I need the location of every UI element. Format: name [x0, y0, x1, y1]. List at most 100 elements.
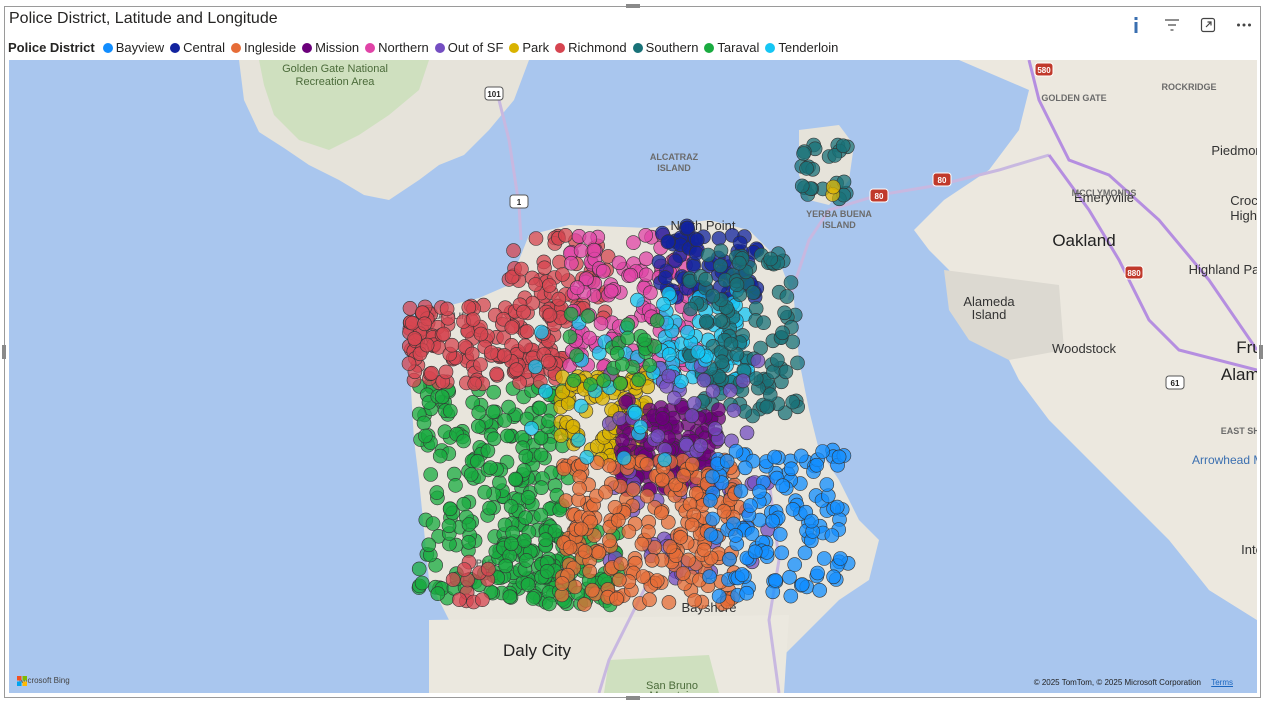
data-point-taraval[interactable]	[538, 532, 553, 548]
data-point-taraval[interactable]	[518, 449, 534, 464]
data-point-tenderloin[interactable]	[661, 347, 677, 362]
map-canvas[interactable]: Golden Gate National Recreation Area ALCAT…	[9, 60, 1257, 693]
data-point-southern[interactable]	[777, 305, 792, 321]
data-point-taraval[interactable]	[520, 490, 536, 505]
data-point-taraval[interactable]	[411, 561, 427, 577]
data-point-southern[interactable]	[759, 399, 775, 415]
data-point-central[interactable]	[732, 235, 748, 251]
data-point-richmond[interactable]	[473, 326, 489, 342]
data-point-richmond[interactable]	[439, 301, 455, 317]
data-point-bayview[interactable]	[728, 528, 743, 543]
data-point-taraval[interactable]	[430, 586, 446, 602]
data-point-park[interactable]	[565, 419, 581, 434]
data-point-mission[interactable]	[615, 433, 630, 449]
data-point-bayview[interactable]	[829, 499, 845, 515]
data-point-bayview[interactable]	[722, 551, 737, 567]
data-point-ingleside[interactable]	[681, 552, 696, 568]
data-point-ingleside[interactable]	[644, 552, 660, 568]
data-point-southern[interactable]	[778, 364, 794, 380]
data-point-bayview[interactable]	[794, 577, 810, 592]
data-point-bayview[interactable]	[826, 569, 841, 585]
data-point-taraval[interactable]	[637, 332, 652, 348]
data-point-tenderloin[interactable]	[571, 432, 586, 448]
data-point-ingleside[interactable]	[687, 593, 702, 608]
data-point-central[interactable]	[651, 254, 667, 270]
legend-item-mission[interactable]: Mission	[302, 40, 359, 55]
data-point-ingleside[interactable]	[696, 542, 712, 558]
data-point-ingleside[interactable]	[654, 472, 670, 488]
data-point-richmond[interactable]	[438, 364, 454, 380]
data-point-taraval[interactable]	[569, 348, 585, 363]
data-point-bayview[interactable]	[702, 493, 718, 508]
data-point-central[interactable]	[660, 234, 676, 250]
legend-item-park[interactable]: Park	[509, 40, 549, 55]
data-point-richmond[interactable]	[480, 561, 496, 577]
data-point-taraval[interactable]	[541, 596, 557, 612]
legend-item-northern[interactable]: Northern	[365, 40, 429, 55]
data-point-richmond[interactable]	[489, 366, 504, 382]
data-point-out-of-sf[interactable]	[693, 438, 709, 453]
data-point-richmond[interactable]	[542, 307, 558, 323]
legend-item-out-of-sf[interactable]: Out of SF	[434, 40, 503, 55]
data-point-out-of-sf[interactable]	[686, 396, 702, 411]
data-point-taraval[interactable]	[583, 377, 598, 392]
data-point-taraval[interactable]	[620, 330, 636, 346]
data-point-bayview[interactable]	[831, 449, 847, 465]
data-point-southern[interactable]	[794, 178, 810, 194]
data-point-richmond[interactable]	[473, 357, 488, 372]
data-point-bayview[interactable]	[783, 461, 799, 477]
data-point-bayview[interactable]	[703, 527, 719, 542]
data-point-richmond[interactable]	[402, 301, 418, 316]
data-point-ingleside[interactable]	[573, 521, 589, 537]
data-point-richmond[interactable]	[504, 320, 520, 335]
data-point-tenderloin[interactable]	[633, 419, 649, 435]
data-point-taraval[interactable]	[483, 460, 498, 476]
data-point-central[interactable]	[657, 270, 673, 285]
data-point-taraval[interactable]	[503, 536, 519, 552]
data-point-taraval[interactable]	[525, 591, 541, 606]
data-point-bayview[interactable]	[768, 573, 783, 588]
data-point-taraval[interactable]	[492, 475, 507, 490]
data-point-richmond[interactable]	[407, 331, 422, 346]
data-point-taraval[interactable]	[482, 500, 497, 516]
data-point-southern[interactable]	[770, 352, 785, 368]
data-point-tenderloin[interactable]	[534, 324, 549, 340]
data-point-bayview[interactable]	[809, 457, 825, 473]
data-point-tenderloin[interactable]	[627, 405, 643, 421]
data-point-richmond[interactable]	[404, 315, 420, 331]
data-point-ingleside[interactable]	[675, 566, 691, 581]
data-point-taraval[interactable]	[562, 329, 578, 345]
data-point-ingleside[interactable]	[661, 595, 677, 610]
data-point-taraval[interactable]	[423, 467, 439, 482]
data-point-taraval[interactable]	[501, 399, 516, 415]
data-point-out-of-sf[interactable]	[750, 353, 766, 369]
data-point-richmond[interactable]	[551, 291, 567, 307]
data-point-tenderloin[interactable]	[579, 449, 595, 465]
data-point-ingleside[interactable]	[676, 468, 692, 484]
data-point-ingleside[interactable]	[653, 505, 669, 521]
data-point-ingleside[interactable]	[649, 573, 665, 588]
data-point-taraval[interactable]	[503, 499, 519, 514]
data-point-northern[interactable]	[569, 280, 585, 295]
data-point-taraval[interactable]	[429, 485, 445, 500]
data-point-richmond[interactable]	[465, 312, 481, 327]
data-point-taraval[interactable]	[534, 480, 549, 496]
data-point-bayview[interactable]	[812, 582, 828, 598]
data-point-southern[interactable]	[723, 336, 739, 352]
data-point-ingleside[interactable]	[684, 517, 700, 533]
data-point-out-of-sf[interactable]	[696, 372, 712, 388]
data-point-taraval[interactable]	[518, 510, 534, 526]
data-point-taraval[interactable]	[461, 534, 477, 550]
data-point-out-of-sf[interactable]	[650, 428, 666, 444]
data-point-central[interactable]	[689, 232, 705, 248]
data-point-northern[interactable]	[638, 251, 654, 267]
data-point-bayview[interactable]	[734, 567, 750, 582]
data-point-southern[interactable]	[785, 394, 800, 410]
data-point-southern[interactable]	[729, 277, 745, 292]
data-point-bayview[interactable]	[774, 545, 790, 561]
data-point-taraval[interactable]	[442, 403, 458, 419]
data-point-richmond[interactable]	[401, 356, 417, 371]
data-point-tenderloin[interactable]	[573, 398, 589, 414]
data-point-richmond[interactable]	[456, 562, 472, 577]
data-point-taraval[interactable]	[649, 313, 665, 329]
